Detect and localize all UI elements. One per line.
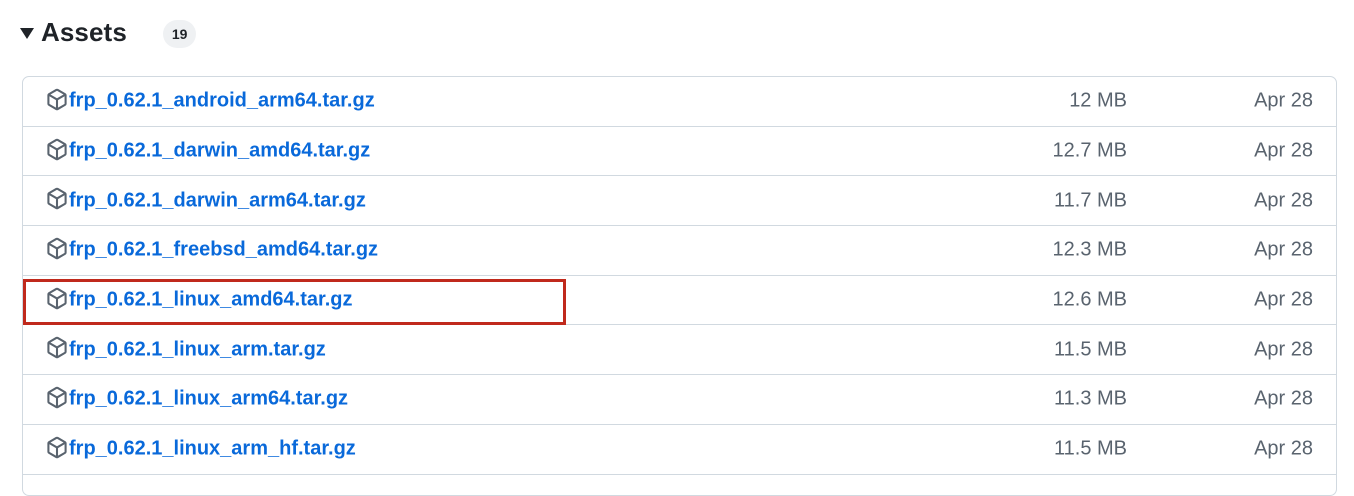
asset-name: frp_0.62.1_android_arm64.tar.gz [69, 89, 375, 112]
asset-download-link[interactable]: frp_0.62.1_linux_arm_hf.tar.gz [46, 436, 356, 461]
asset-row: frp_0.62.1_linux_arm_hf.tar.gz 11.5 MB A… [23, 425, 1336, 475]
asset-row: frp_0.62.1_freebsd_amd64.tar.gz 12.3 MB … [23, 226, 1336, 276]
asset-size: 12.6 MB [1052, 288, 1127, 311]
asset-date: Apr 28 [1254, 89, 1313, 112]
asset-download-link[interactable]: frp_0.62.1_linux_amd64.tar.gz [46, 287, 353, 312]
asset-download-link[interactable]: frp_0.62.1_freebsd_amd64.tar.gz [46, 237, 379, 262]
asset-row: frp_0.62.1_linux_arm.tar.gz 11.5 MB Apr … [23, 325, 1336, 376]
asset-date: Apr 28 [1254, 338, 1313, 361]
triangle-down-icon[interactable] [20, 27, 34, 39]
package-icon [47, 336, 67, 359]
asset-row: frp_0.62.1_darwin_amd64.tar.gz 12.7 MB A… [23, 127, 1336, 177]
assets-header[interactable]: Assets 19 [20, 14, 197, 50]
assets-count-badge: 19 [162, 20, 197, 48]
package-icon [47, 287, 67, 309]
asset-date: Apr 28 [1254, 288, 1313, 311]
asset-name: frp_0.62.1_linux_arm_hf.tar.gz [69, 437, 356, 460]
package-icon [47, 138, 67, 160]
asset-size: 11.3 MB [1054, 387, 1127, 410]
package-icon [47, 187, 67, 210]
asset-download-link[interactable]: frp_0.62.1_darwin_amd64.tar.gz [46, 138, 371, 163]
asset-size: 11.5 MB [1054, 437, 1127, 460]
asset-row: frp_0.62.1_android_arm64.tar.gz 12 MB Ap… [23, 77, 1336, 127]
asset-name: frp_0.62.1_darwin_arm64.tar.gz [69, 189, 366, 212]
asset-date: Apr 28 [1254, 238, 1313, 261]
asset-name: frp_0.62.1_linux_arm64.tar.gz [69, 387, 349, 410]
asset-size: 12 MB [1069, 89, 1127, 112]
asset-size: 12.7 MB [1052, 139, 1127, 162]
package-icon [47, 88, 67, 111]
package-icon [47, 436, 67, 458]
package-icon [47, 386, 67, 409]
assets-list: frp_0.62.1_android_arm64.tar.gz 12 MB Ap… [22, 76, 1337, 496]
asset-date: Apr 28 [1254, 387, 1313, 410]
asset-row: frp_0.62.1_darwin_arm64.tar.gz 11.7 MB A… [23, 176, 1336, 227]
asset-download-link[interactable]: frp_0.62.1_linux_arm64.tar.gz [46, 386, 349, 411]
asset-name: frp_0.62.1_linux_arm.tar.gz [69, 338, 326, 361]
asset-download-link[interactable]: frp_0.62.1_android_arm64.tar.gz [46, 88, 375, 113]
asset-date: Apr 28 [1254, 437, 1313, 460]
asset-name: frp_0.62.1_freebsd_amd64.tar.gz [69, 238, 379, 261]
asset-size: 11.5 MB [1054, 338, 1127, 361]
package-icon [47, 237, 67, 260]
asset-row: frp_0.62.1_linux_arm64.tar.gz 11.3 MB Ap… [23, 375, 1336, 425]
asset-name: frp_0.62.1_darwin_amd64.tar.gz [69, 139, 371, 162]
asset-name: frp_0.62.1_linux_amd64.tar.gz [69, 288, 353, 311]
asset-size: 11.7 MB [1054, 189, 1127, 212]
assets-title: Assets [41, 16, 127, 47]
asset-download-link[interactable]: frp_0.62.1_darwin_arm64.tar.gz [46, 187, 366, 212]
asset-date: Apr 28 [1254, 189, 1313, 212]
asset-download-link[interactable]: frp_0.62.1_linux_arm.tar.gz [46, 336, 326, 361]
asset-date: Apr 28 [1254, 139, 1313, 162]
asset-row: frp_0.62.1_linux_amd64.tar.gz 12.6 MB Ap… [23, 276, 1336, 326]
asset-size: 12.3 MB [1052, 238, 1127, 261]
